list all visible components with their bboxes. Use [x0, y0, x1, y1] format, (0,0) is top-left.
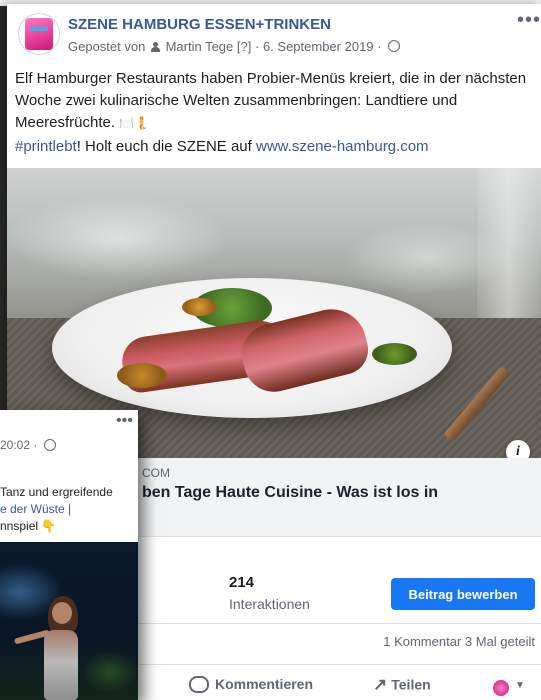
interactions-count: 214 [229, 574, 255, 591]
overlap-post-text: Tanz und ergreifende [0, 485, 113, 499]
more-options-icon[interactable]: ••• [517, 9, 541, 32]
author-link[interactable]: Martin Tege [166, 39, 234, 54]
overlap-post-time[interactable]: 20:02 · [0, 438, 37, 452]
garnish-herbs [372, 343, 417, 365]
share-label: Teilen [391, 676, 431, 693]
engagement-counts: 1 Kommentar 3 Mal geteilt [383, 634, 535, 649]
interactions-label: Interaktionen [229, 596, 310, 612]
garnish-vegetables [117, 363, 167, 388]
link-domain: COM [142, 466, 170, 480]
post-text: Elf Hamburger Restaurants haben Probier-… [15, 68, 530, 134]
author-flag[interactable]: [?] [237, 39, 251, 54]
chevron-down-icon[interactable]: ▼ [515, 680, 525, 691]
website-link[interactable]: www.szene-hamburg.com [256, 138, 429, 155]
comment-count-link[interactable]: 1 Kommentar [383, 634, 461, 649]
globe-icon[interactable] [388, 39, 401, 52]
overlapping-post-card: ••• 20:02 · Tanz und ergreifende e der W… [0, 410, 138, 700]
share-button[interactable]: ↗ Teilen [373, 675, 431, 696]
posted-by-label: Gepostet von [68, 39, 146, 55]
cta-text: ! Holt euch die SZENE auf [76, 138, 252, 155]
more-options-icon[interactable]: ••• [116, 412, 133, 430]
performer-head [52, 602, 72, 624]
comment-icon [189, 675, 209, 693]
share-icon: ↗ [373, 675, 388, 694]
post-emoji: 🍽️🧜 [119, 116, 150, 130]
hashtag-link[interactable]: #printlebt [15, 138, 77, 155]
garnish-vegetables [182, 298, 217, 316]
comment-button[interactable]: Kommentieren [189, 675, 314, 694]
post-cta-line: #printlebt! Holt euch die SZENE auf www.… [15, 138, 429, 155]
post-body: Elf Hamburger Restaurants haben Probier-… [15, 70, 527, 131]
page-name-link[interactable]: SZENE HAMBURG ESSEN+TRINKEN [68, 16, 331, 33]
overlap-post-photo[interactable] [0, 542, 138, 700]
page-avatar[interactable] [18, 13, 60, 55]
globe-icon[interactable] [43, 438, 56, 451]
boost-post-button[interactable]: Beitrag bewerben [391, 578, 535, 610]
post-date-link[interactable]: 6. September 2019 · [263, 39, 382, 54]
overlap-post-text: nnspiel 👇 [0, 519, 57, 533]
link-title[interactable]: ben Tage Haute Cuisine - Was ist los in [142, 484, 438, 502]
meta-separator: · [254, 39, 260, 55]
overlap-post-meta: 20:02 · [0, 438, 56, 452]
overlap-post-link[interactable]: e der Wüste | [0, 502, 71, 516]
performer-body [44, 630, 78, 700]
person-icon [150, 41, 160, 52]
page-reaction-avatar[interactable] [493, 680, 509, 696]
share-count-link[interactable]: 3 Mal geteilt [465, 634, 535, 649]
wine-glass [477, 168, 541, 328]
post-meta: Gepostet von Martin Tege [?] · 6. Septem… [68, 38, 401, 55]
magazine-cover-icon [25, 18, 53, 50]
comment-label: Kommentieren [215, 676, 314, 692]
divider [137, 664, 541, 665]
